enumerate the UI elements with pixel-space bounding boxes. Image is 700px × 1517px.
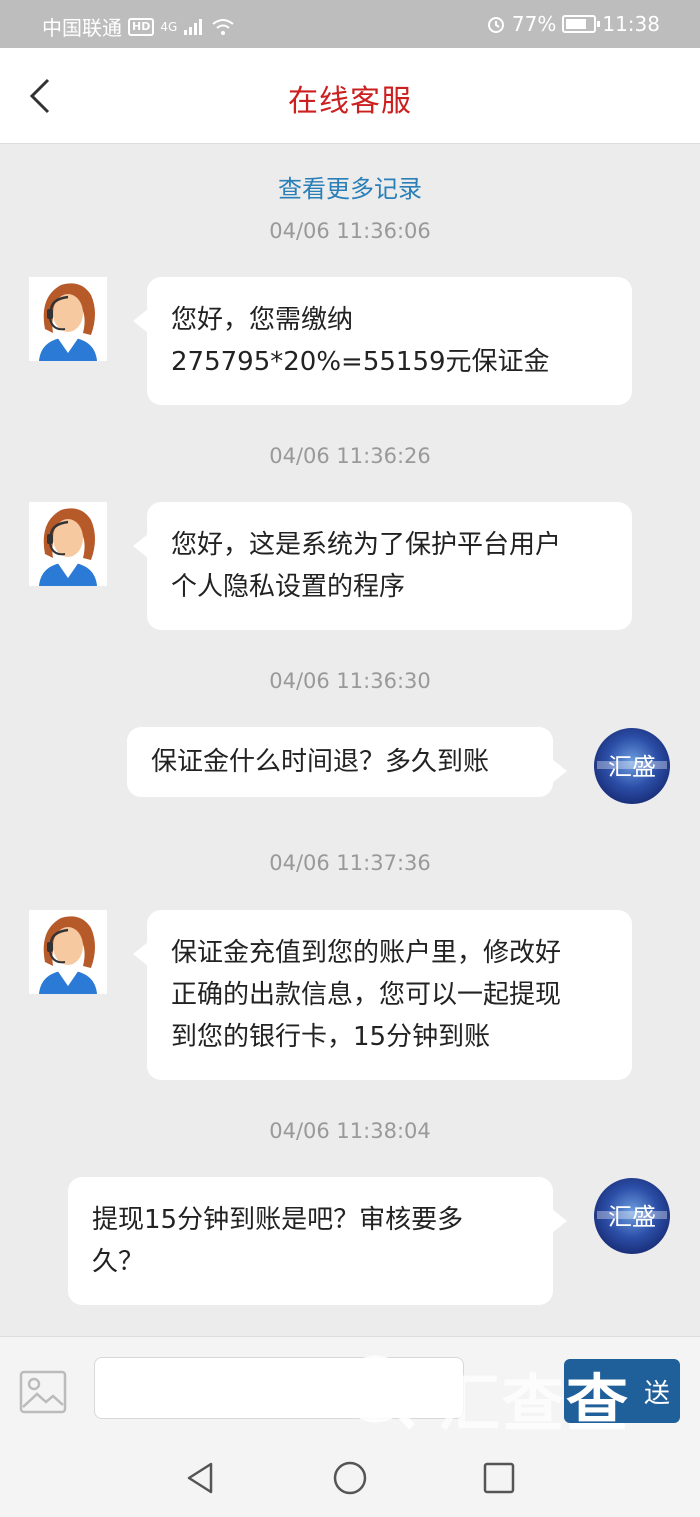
nav-back-button[interactable] [181,1458,221,1498]
signal-icon [184,18,203,35]
agent-message-bubble: 保证金充值到您的账户里，修改好 正确的出款信息，您可以一起提现 到您的银行卡，1… [133,910,632,1080]
agent-avatar-icon [39,916,97,994]
battery-icon [562,15,601,33]
message-text-line: 到您的银行卡，15分钟到账 [171,1022,491,1052]
title-bar: 在线客服 [0,48,700,144]
agent-avatar [29,277,107,361]
square-recent-icon [483,1462,515,1494]
message-text-line: 保证金充值到您的账户里，修改好 [171,938,562,968]
user-avatar-text: 汇盛 [608,1203,656,1231]
message-text-line: 个人隐私设置的程序 [171,572,406,602]
carrier-label: 中国联通 [42,16,122,40]
message-timestamp: 04/06 11:38:04 [269,1119,431,1143]
agent-avatar [29,502,107,586]
circle-home-icon [333,1461,367,1495]
message-timestamp: 04/06 11:36:06 [269,219,431,243]
message-text-line: 提现15分钟到账是吧？审核要多 [92,1205,464,1235]
send-button[interactable]: 送 [564,1359,680,1423]
message-text-line: 正确的出款信息，您可以一起提现 [171,980,562,1010]
image-icon [19,1370,67,1414]
wifi-icon [212,18,234,35]
hd-badge: HD [128,17,155,36]
chat-area[interactable]: 查看更多记录 04/06 11:36:06 您好，您需缴纳 275795*20%… [0,145,700,1335]
alarm-icon [487,17,504,33]
load-more-link[interactable]: 查看更多记录 [0,169,700,204]
status-right: 77% 11:38 [486,12,660,36]
nav-home-button[interactable] [330,1458,370,1498]
agent-avatar [29,910,107,994]
battery-percent: 77% [511,12,557,36]
message-text-line: 您好，这是系统为了保护平台用户 [171,530,562,560]
message-text-line: 久？ [92,1247,145,1277]
status-left: 中国联通 HD 4G [42,12,235,41]
message-timestamp: 04/06 11:36:26 [269,444,431,468]
system-nav-bar [0,1436,700,1517]
image-picker-button[interactable] [18,1367,68,1417]
clock: 11:38 [602,12,660,36]
message-timestamp: 04/06 11:37:36 [269,851,431,875]
message-text-line: 275795*20%=55159元保证金 [171,347,550,377]
watermark-char: 查 [502,1367,567,1440]
input-bar: 送 汇查查 [0,1336,700,1440]
user-avatar: 汇盛 [593,727,671,805]
user-message-bubble: 保证金什么时间退？多久到账 [127,727,567,797]
message-text-line: 您好，您需缴纳 [171,305,354,335]
agent-avatar-icon [39,508,97,586]
status-bar: 中国联通 HD 4G 77% 11:38 [0,0,700,48]
nav-recent-button[interactable] [479,1458,519,1498]
message-timestamp: 04/06 11:36:30 [269,669,431,693]
send-button-label: 送 [643,1378,670,1409]
message-text-line: 保证金什么时间退？多久到账 [151,747,490,777]
agent-message-bubble: 您好，这是系统为了保护平台用户 个人隐私设置的程序 [133,502,632,630]
user-avatar-text: 汇盛 [608,753,656,781]
network-label: 4G [160,19,178,34]
message-input[interactable] [94,1357,464,1419]
agent-avatar-icon [39,283,97,361]
user-message-bubble: 提现15分钟到账是吧？审核要多 久？ [68,1177,567,1305]
user-avatar: 汇盛 [593,1177,671,1255]
triangle-back-icon [187,1462,213,1494]
user-avatar-icon: 汇盛 [594,1178,670,1254]
page-title: 在线客服 [288,84,412,119]
user-avatar-icon: 汇盛 [594,728,670,804]
agent-message-bubble: 您好，您需缴纳 275795*20%=55159元保证金 [133,277,632,405]
